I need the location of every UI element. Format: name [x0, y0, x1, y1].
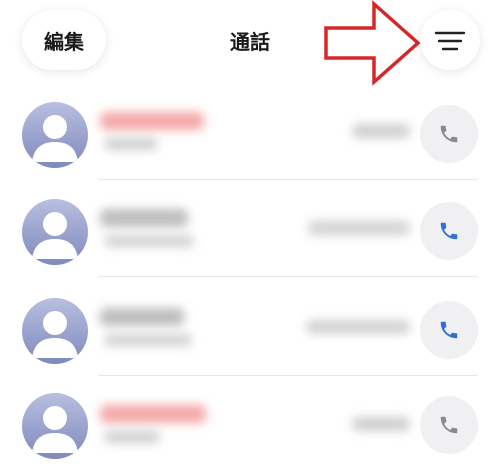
call-detail-redacted	[104, 431, 160, 443]
avatar	[22, 102, 88, 168]
call-detail-redacted	[104, 235, 194, 247]
call-time-redacted	[306, 320, 410, 334]
avatar	[22, 298, 88, 364]
contact-name-redacted	[100, 308, 184, 326]
phone-icon	[440, 416, 458, 434]
call-button[interactable]	[420, 105, 478, 163]
call-row[interactable]	[0, 181, 500, 277]
call-row[interactable]	[0, 84, 500, 180]
divider	[98, 276, 478, 277]
call-button[interactable]	[420, 202, 478, 260]
phone-icon	[440, 321, 458, 339]
contact-name-redacted	[100, 112, 204, 130]
call-time-redacted	[352, 417, 410, 431]
contact-name-redacted	[100, 405, 206, 423]
filter-icon	[434, 31, 466, 51]
call-row[interactable]	[0, 280, 500, 376]
edit-button-label: 編集	[44, 29, 84, 54]
edit-button[interactable]: 編集	[22, 10, 106, 70]
call-time-redacted	[308, 221, 410, 235]
contact-name-redacted	[100, 209, 188, 227]
call-detail-redacted	[104, 334, 192, 346]
call-row[interactable]	[0, 375, 500, 471]
avatar	[22, 393, 88, 459]
filter-button[interactable]	[420, 10, 480, 70]
call-button[interactable]	[420, 301, 478, 359]
call-detail-redacted	[104, 138, 158, 150]
red-arrow-annotation	[322, 0, 422, 90]
call-button[interactable]	[420, 396, 478, 454]
phone-icon	[440, 222, 458, 240]
avatar	[22, 199, 88, 265]
page-title: 通話	[230, 30, 270, 54]
phone-icon	[440, 125, 458, 143]
divider	[98, 179, 478, 180]
call-time-redacted	[352, 124, 410, 138]
